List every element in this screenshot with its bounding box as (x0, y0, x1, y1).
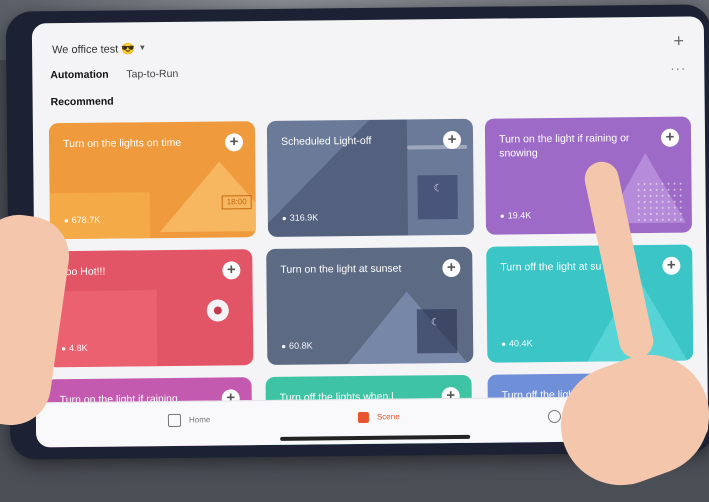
drop-icon: ● (63, 216, 69, 226)
window-graphic (417, 174, 458, 220)
plus-icon[interactable]: + (673, 31, 684, 52)
card-count: ● 19.4K (499, 210, 532, 221)
moon-icon: ☾ (433, 183, 443, 195)
time-label: 18:00 (221, 195, 252, 210)
window-graphic (416, 308, 458, 354)
decor-block (46, 290, 158, 368)
card-count: ● 316.9K (281, 212, 319, 223)
card-title: Turn on the light if raining or snowing (498, 132, 630, 160)
scene-card[interactable]: ☾ Scheduled Light-off + ● 316.9K (266, 118, 475, 237)
home-selector[interactable]: We office test 😎 (52, 42, 135, 56)
drop-icon: ● (61, 344, 67, 354)
moon-icon: ☾ (430, 317, 440, 329)
card-title: Too Hot!!! (60, 265, 106, 279)
drop-icon: ● (281, 213, 287, 223)
drop-icon: ● (501, 339, 507, 349)
chevron-down-icon[interactable]: ▾ (140, 42, 145, 53)
nav-home[interactable]: Home (167, 413, 210, 428)
scene-icon (357, 411, 369, 424)
scene-card[interactable]: 18:00 Turn on the lights on time + ● 678.… (48, 121, 257, 240)
section-title: Recommend (50, 95, 114, 109)
add-icon[interactable]: + (222, 261, 241, 280)
scene-card[interactable]: Too Hot!!! + ● 4.8K (46, 249, 254, 368)
tab-automation[interactable]: Automation (50, 69, 108, 82)
drop-icon: ● (499, 211, 505, 221)
rain-graphic (635, 180, 686, 222)
tab-tap-to-run[interactable]: Tap-to-Run (126, 68, 178, 81)
add-icon[interactable]: + (442, 130, 462, 150)
card-count: ● 678.7K (63, 214, 101, 226)
home-indicator (280, 434, 471, 441)
card-title: Scheduled Light-off (280, 134, 372, 148)
add-icon[interactable]: + (662, 256, 681, 275)
home-icon (167, 413, 182, 428)
card-count: ● 40.4K (501, 338, 533, 349)
card-title: Turn on the light at sunset (280, 262, 402, 276)
more-icon[interactable]: ··· (670, 61, 686, 76)
card-title: Turn on the lights on time (63, 136, 182, 151)
add-icon[interactable]: + (224, 133, 244, 152)
add-icon[interactable]: + (442, 258, 461, 278)
top-bar: We office test 😎 ▾ + ··· Automation Tap-… (32, 16, 705, 123)
camera-lens (213, 306, 222, 315)
me-icon (547, 409, 562, 424)
scene-card[interactable]: Turn off the light at su + ● 40.4K (486, 244, 694, 363)
card-count: ● 4.8K (61, 342, 88, 354)
drop-icon: ● (281, 341, 287, 351)
nav-scene[interactable]: Scene (357, 411, 400, 424)
scene-card[interactable]: ☾ Turn on the light at sunset + ● 60.8K (266, 246, 474, 365)
card-count: ● 60.8K (281, 340, 313, 351)
add-icon[interactable]: + (660, 128, 680, 147)
